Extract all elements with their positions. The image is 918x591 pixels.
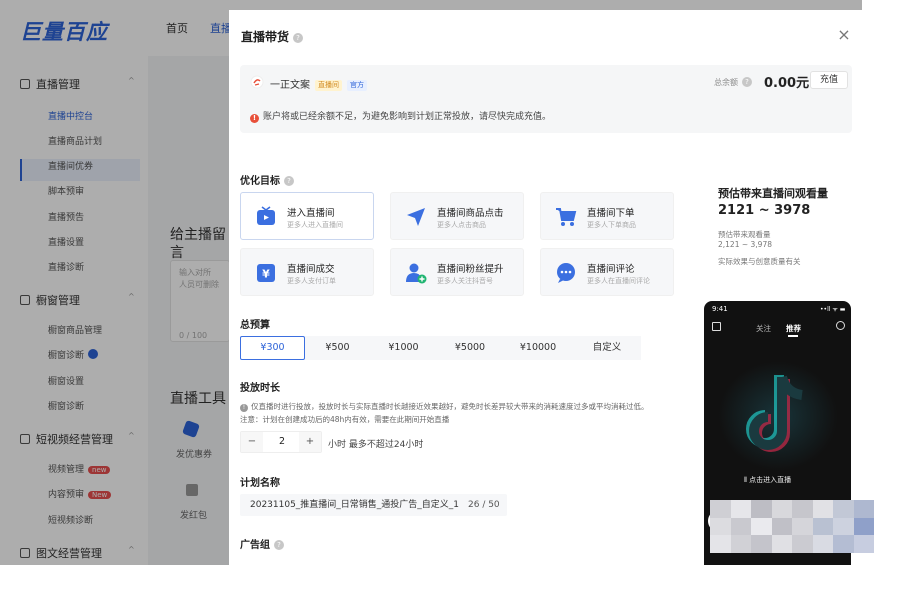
help-icon[interactable]: ? xyxy=(742,77,752,87)
enter-live-label[interactable]: ⫴ 点击进入直播 xyxy=(744,475,791,485)
duration-section-title: 投放时长 xyxy=(240,383,280,394)
close-button[interactable]: × xyxy=(837,27,851,43)
yuan-icon: ¥ xyxy=(257,264,275,282)
decrement-button[interactable]: − xyxy=(241,432,263,452)
goal-comment[interactable]: 直播间评论 更多人在直播间评论 xyxy=(540,248,674,296)
screen: 巨量百应 首页 直播 直播管理 ^ 直播中控台 直播商品计划 直播间优券 脚本预审… xyxy=(0,0,918,591)
budget-option-300[interactable]: ¥300 xyxy=(240,336,305,360)
budget-section-title: 总预算 xyxy=(240,320,270,331)
goal-product-click[interactable]: 直播间商品点击 更多人点击商品 xyxy=(390,192,524,240)
budget-option-10000[interactable]: ¥10000 xyxy=(503,336,573,360)
live-promotion-drawer: 直播带货? × 一正文案 直播间 官方 总余额? 0.00元 充值 ! 账户将或已经余… xyxy=(229,10,863,565)
svg-text:¥: ¥ xyxy=(262,268,270,281)
account-name: 一正文案 直播间 官方 xyxy=(270,76,367,91)
goal-fans[interactable]: 直播间粉丝提升 更多人关注抖音号 xyxy=(390,248,524,296)
estimate-note: 实际效果与创意质量有关 xyxy=(718,257,801,266)
official-tag: 官方 xyxy=(347,80,367,91)
recharge-button[interactable]: 充值 xyxy=(810,71,848,89)
duration-stepper: − 2 + xyxy=(240,431,322,453)
account-avatar-icon xyxy=(250,75,264,89)
plan-name-count: 26 / 50 xyxy=(468,500,500,510)
info-icon: ! xyxy=(240,404,248,412)
help-icon[interactable]: ? xyxy=(284,176,294,186)
goal-section-title: 优化目标? xyxy=(240,172,294,187)
tv-icon xyxy=(257,206,275,225)
goal-enter-live[interactable]: 进入直播间 更多人进入直播间 xyxy=(240,192,374,240)
balance-warning: ! 账户将或已经余额不足，为避免影响到计划正常投放，请尽快完成充值。 xyxy=(250,109,551,123)
cursor-icon xyxy=(407,208,425,226)
duration-input[interactable]: 2 xyxy=(265,432,299,452)
signal-icon: ••ll ᯤ ▬ xyxy=(820,306,846,313)
plan-name-title: 计划名称 xyxy=(240,478,280,489)
phone-tab-follow: 关注 xyxy=(756,324,771,333)
tiktok-logo-icon xyxy=(746,375,803,452)
search-icon xyxy=(836,321,845,330)
plan-name-input[interactable]: 20231105_推直播间_日常销售_通投广告_自定义_1 26 / 50 xyxy=(240,494,507,516)
user-plus-icon xyxy=(406,263,427,284)
chat-icon xyxy=(557,263,575,283)
phone-tab-recommend: 推荐 xyxy=(786,324,801,337)
phone-time: 9:41 xyxy=(712,305,728,313)
estimate-title: 预估带来直播间观看量 xyxy=(718,187,828,200)
help-icon[interactable]: ? xyxy=(293,33,304,43)
help-icon[interactable]: ? xyxy=(274,540,284,550)
live-tag: 直播间 xyxy=(315,80,342,91)
drawer-title: 直播带货? xyxy=(241,28,304,45)
budget-option-1000[interactable]: ¥1000 xyxy=(370,336,437,360)
goal-deal[interactable]: ¥ 直播间成交 更多人支付订单 xyxy=(240,248,374,296)
estimate-sub-value: 2,121 ~ 3,978 xyxy=(718,240,772,249)
budget-option-custom[interactable]: 自定义 xyxy=(573,336,641,360)
estimate-range: 2121 ~ 3978 xyxy=(718,203,811,218)
blurred-region xyxy=(710,500,874,553)
balance-value: 0.00元 xyxy=(764,76,810,91)
duration-note: ! 仅直播时进行投放，投放时长与实际直播时长越接近效果越好，避免时长差异较大带来的… xyxy=(240,402,649,424)
account-info-box: 一正文案 直播间 官方 总余额? 0.00元 充值 ! 账户将或已经余额不足，为避免影… xyxy=(240,65,852,133)
budget-option-5000[interactable]: ¥5000 xyxy=(437,336,503,360)
estimate-sub-label: 预估带来观看量 xyxy=(718,230,771,239)
increment-button[interactable]: + xyxy=(299,432,321,452)
budget-option-500[interactable]: ¥500 xyxy=(305,336,370,360)
goal-place-order[interactable]: 直播间下单 更多人下单商品 xyxy=(540,192,674,240)
cart-icon xyxy=(556,208,577,226)
balance-label: 总余额? xyxy=(714,77,752,88)
menu-icon xyxy=(712,322,721,331)
duration-unit: 小时 最多不超过24小时 xyxy=(328,440,424,450)
adgroup-title: 广告组? xyxy=(240,536,284,551)
warning-icon: ! xyxy=(250,114,259,123)
